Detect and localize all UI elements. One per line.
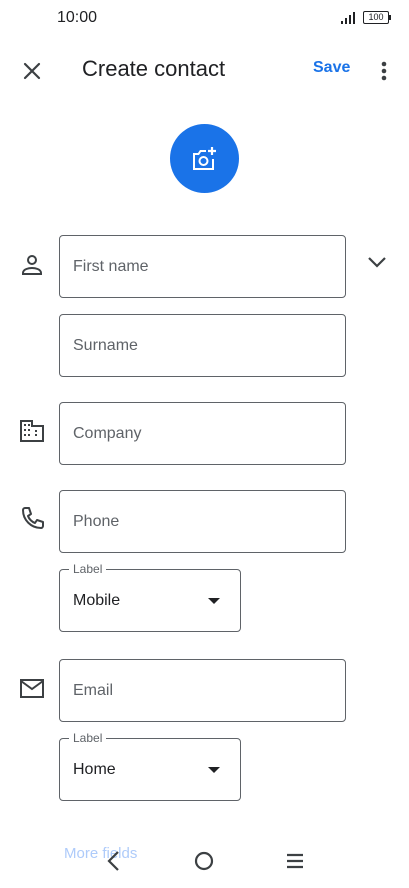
- save-button[interactable]: Save: [313, 59, 350, 77]
- surname-input[interactable]: [73, 315, 332, 376]
- battery-level: 100: [368, 12, 384, 22]
- expand-name-button[interactable]: [364, 249, 390, 275]
- email-icon: [20, 679, 44, 698]
- email-label-select[interactable]: Label Home: [59, 731, 241, 801]
- more-vert-icon: [381, 61, 387, 81]
- close-button[interactable]: [18, 57, 46, 85]
- phone-label-legend: Label: [69, 562, 107, 576]
- page-title: Create contact: [82, 56, 226, 81]
- back-icon: [107, 851, 119, 871]
- status-time: 10:00: [57, 9, 98, 26]
- phone-input[interactable]: [73, 491, 332, 552]
- more-options-button[interactable]: [374, 57, 394, 85]
- surname-field[interactable]: [59, 314, 346, 377]
- nav-home-button[interactable]: [194, 851, 214, 871]
- add-photo-button[interactable]: [170, 124, 239, 193]
- app-bar: Create contact Save: [0, 45, 409, 95]
- nav-back-button[interactable]: [104, 849, 124, 873]
- email-label-legend: Label: [69, 731, 107, 745]
- phone-icon: [22, 507, 44, 529]
- person-icon: [22, 255, 42, 275]
- status-bar: 10:00 100: [0, 0, 409, 40]
- first-name-field[interactable]: [59, 235, 346, 298]
- email-label-value: Home: [73, 761, 116, 778]
- company-field[interactable]: [59, 402, 346, 465]
- company-input[interactable]: [73, 403, 332, 464]
- close-icon: [23, 62, 41, 80]
- chevron-down-icon: [368, 257, 386, 268]
- dropdown-arrow-icon: [208, 767, 220, 773]
- email-field[interactable]: [59, 659, 346, 722]
- business-icon: [20, 420, 44, 442]
- menu-icon: [287, 853, 303, 869]
- add-photo-icon: [193, 147, 216, 170]
- home-icon: [194, 851, 214, 871]
- more-fields-button[interactable]: More fields: [64, 845, 137, 862]
- first-name-input[interactable]: [73, 236, 332, 297]
- email-input[interactable]: [73, 660, 332, 721]
- phone-field[interactable]: [59, 490, 346, 553]
- nav-recents-button[interactable]: [285, 852, 305, 870]
- signal-icon: [341, 12, 355, 24]
- phone-label-select[interactable]: Label Mobile: [59, 562, 241, 632]
- phone-label-value: Mobile: [73, 592, 121, 609]
- dropdown-arrow-icon: [208, 598, 220, 604]
- battery-icon: 100: [363, 11, 391, 24]
